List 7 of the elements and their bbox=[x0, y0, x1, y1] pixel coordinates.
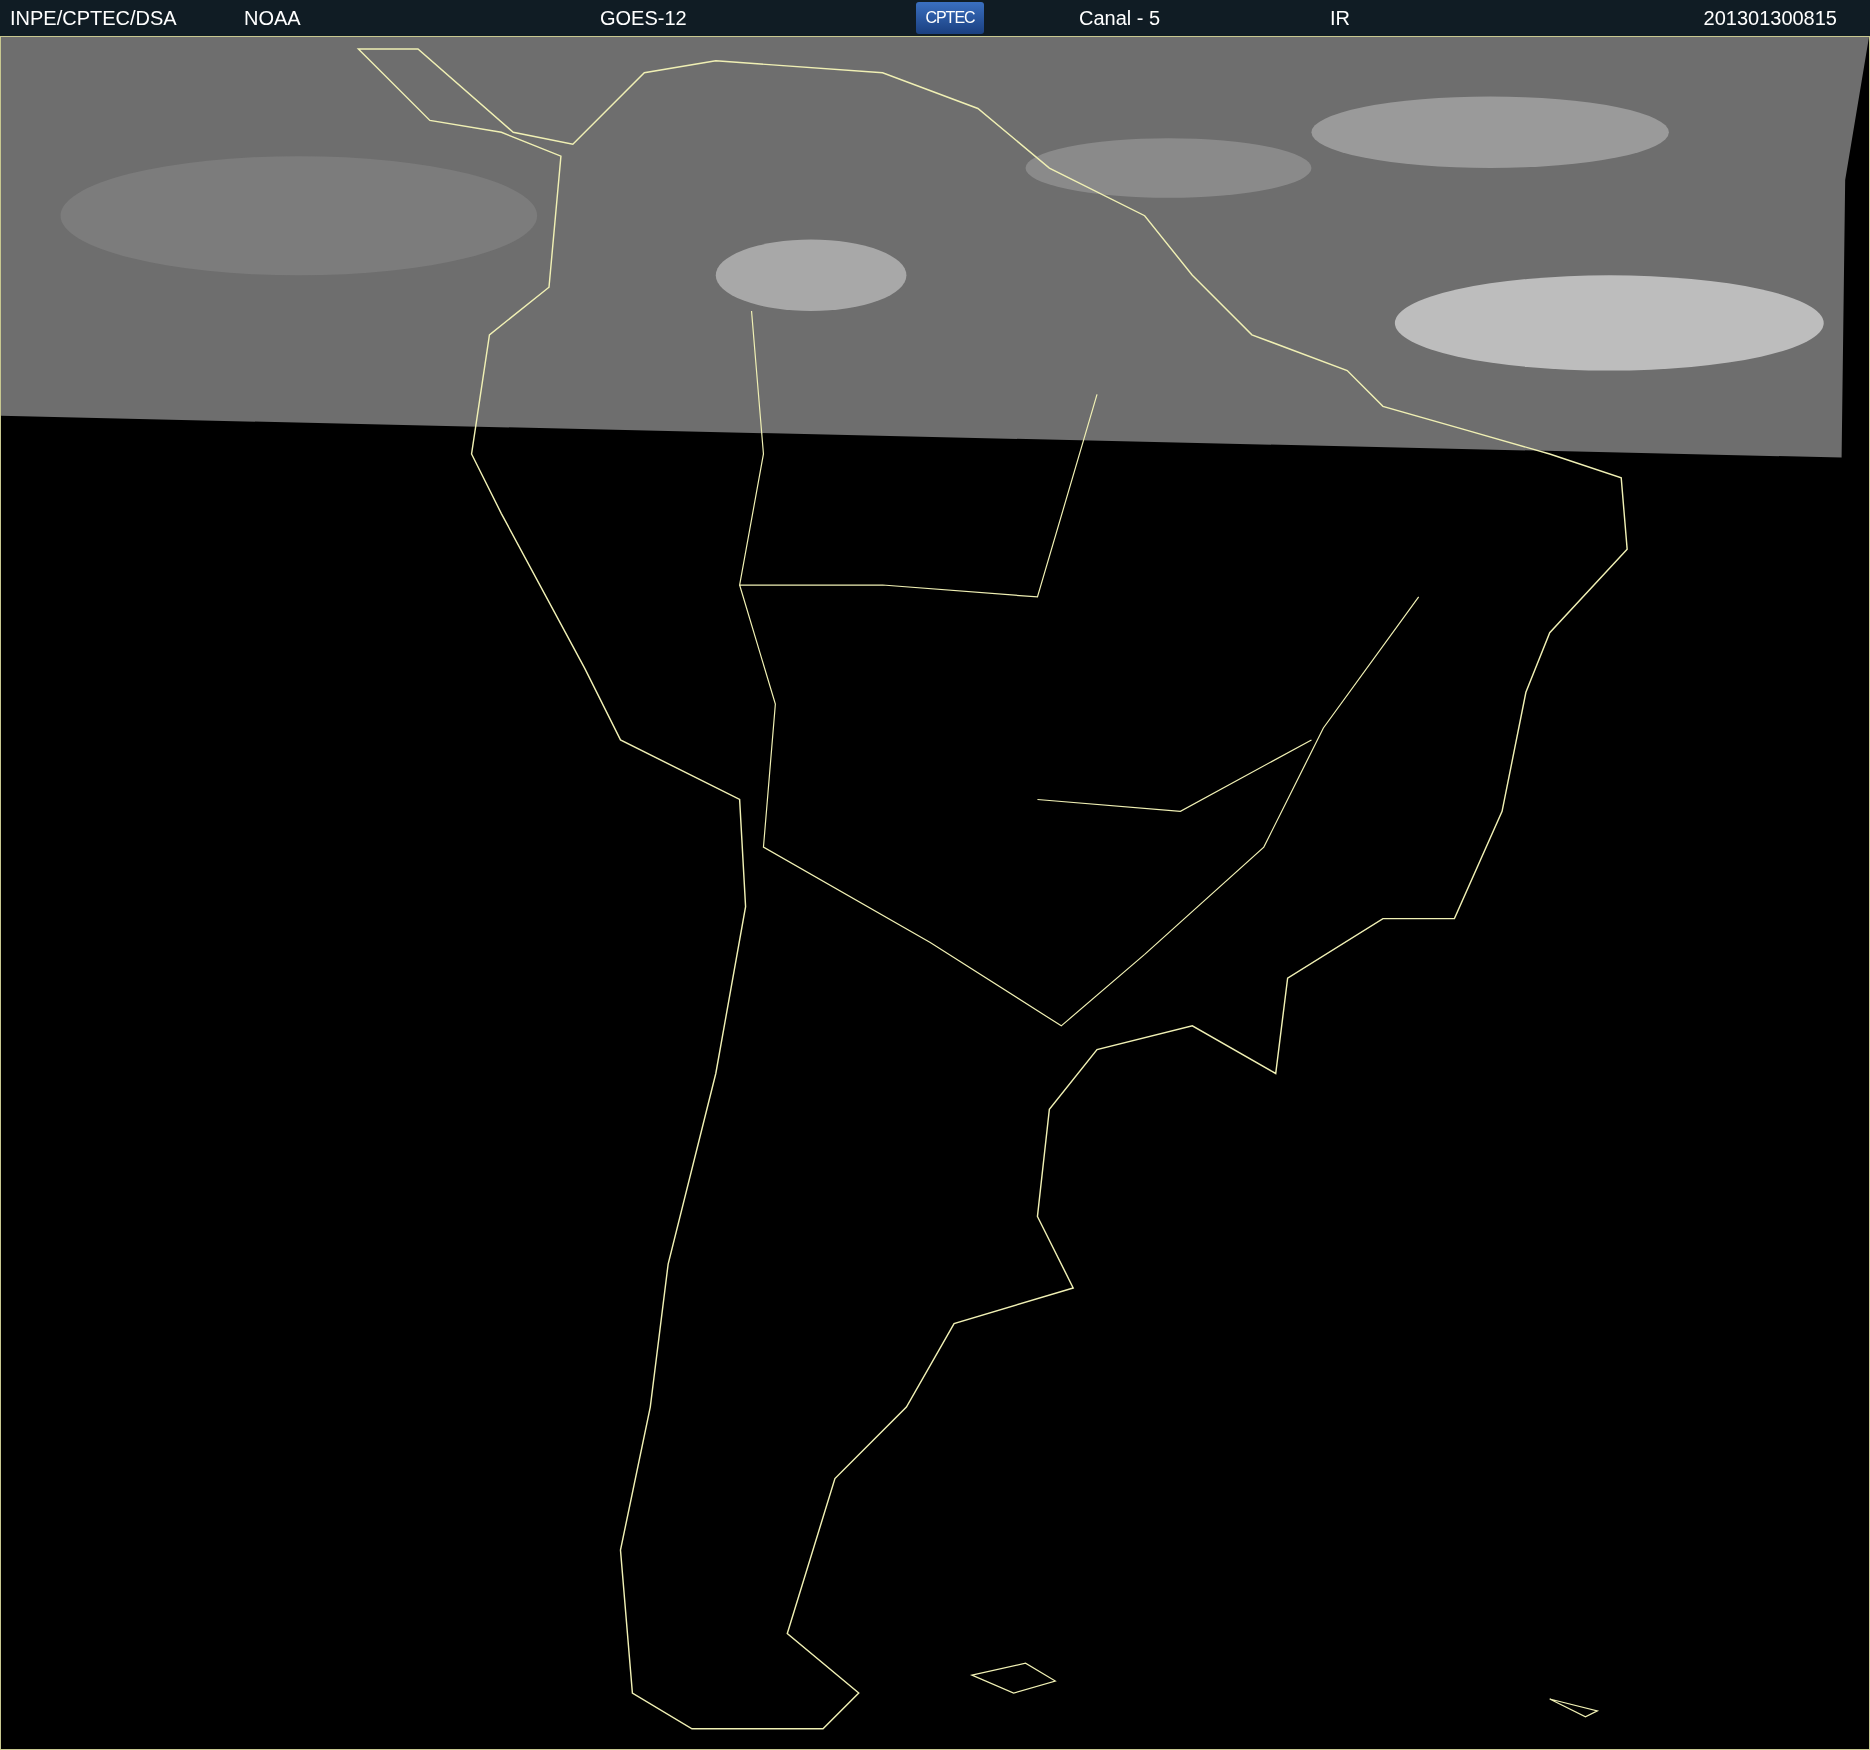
header-label: Canal - 5 bbox=[1079, 6, 1162, 30]
header-label: 201301300815 bbox=[1703, 6, 1837, 30]
header-label: IR bbox=[1330, 6, 1351, 30]
header-label: INPE/CPTEC/DSA bbox=[10, 6, 178, 30]
header-label: NOAA bbox=[244, 6, 302, 30]
cptec-logo: CPTEC bbox=[916, 2, 984, 34]
header-label: GOES-12 bbox=[600, 6, 688, 30]
